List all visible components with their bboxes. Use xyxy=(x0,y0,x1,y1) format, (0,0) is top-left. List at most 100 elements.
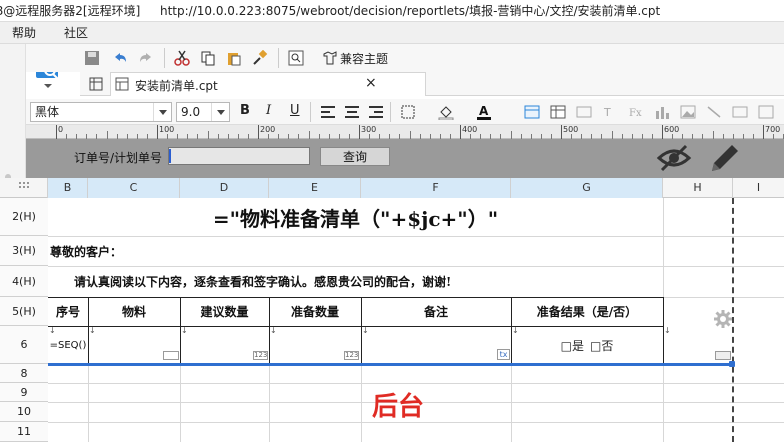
theme-icon[interactable] xyxy=(320,48,340,68)
notice-cell[interactable]: 请认真阅读以下内容，逐条查看和签字确认。感恩贵公司的配合，谢谢! xyxy=(74,266,451,297)
cut-icon[interactable] xyxy=(172,48,192,68)
result-cell[interactable]: □是 □否 xyxy=(511,326,663,364)
select-all-corner[interactable] xyxy=(0,178,48,198)
query-button[interactable]: 查询 xyxy=(320,147,390,166)
grid-line xyxy=(361,364,362,442)
header-material[interactable]: 物料 xyxy=(88,297,180,326)
column-header-g[interactable]: G xyxy=(511,178,663,198)
row-header-9[interactable]: 9 xyxy=(0,383,48,402)
header-suggested-qty[interactable]: 建议数量 xyxy=(180,297,269,326)
expand-arrow-icon: ↓ xyxy=(49,326,56,335)
param-drag-handle[interactable] xyxy=(36,139,48,178)
grid-line xyxy=(511,364,512,442)
column-header-c[interactable]: C xyxy=(88,178,180,198)
header-result[interactable]: 准备结果（是/否） xyxy=(511,297,663,326)
svg-text:Fx: Fx xyxy=(629,108,642,119)
row-header-10[interactable]: 10 xyxy=(0,402,48,422)
ruler-tick xyxy=(662,125,663,139)
column-header-b[interactable]: B xyxy=(48,178,88,198)
row-header-5[interactable]: 5(H) xyxy=(0,297,48,326)
header-seq[interactable]: 序号 xyxy=(48,297,88,326)
result-yes-checkbox[interactable]: □是 xyxy=(561,337,584,354)
italic-button[interactable]: I xyxy=(266,103,271,118)
font-color-icon[interactable]: A xyxy=(474,102,494,122)
formula-icon[interactable]: Fx xyxy=(626,102,646,122)
widget-icon[interactable] xyxy=(730,102,750,122)
ruler-minor-tick xyxy=(611,131,613,139)
order-number-input[interactable] xyxy=(168,147,310,165)
image-icon[interactable] xyxy=(678,102,698,122)
border-icon[interactable] xyxy=(398,102,418,122)
window-titlebar: 58@远程服务器2[远程环境] http://10.0.0.223:8075/w… xyxy=(0,0,784,22)
font-size-value: 9.0 xyxy=(181,105,201,119)
selection-handle[interactable] xyxy=(729,361,735,367)
row-header-3[interactable]: 3(H) xyxy=(0,236,48,266)
row-header-4[interactable]: 4(H) xyxy=(0,266,48,297)
chevron-down-icon xyxy=(211,103,229,121)
undo-icon[interactable] xyxy=(110,48,130,68)
preview-search-icon[interactable] xyxy=(286,48,306,68)
text-icon[interactable]: T xyxy=(600,102,620,122)
font-size-select[interactable]: 9.0 xyxy=(176,102,230,122)
fill-color-icon[interactable] xyxy=(436,102,456,122)
remark-cell[interactable] xyxy=(361,326,511,364)
svg-text:T: T xyxy=(603,106,611,119)
header-remark[interactable]: 备注 xyxy=(361,297,511,326)
ruler-tick-label: 0 xyxy=(58,125,64,134)
sheet-title-cell[interactable]: ="物料准备清单（"+$jc+"）" xyxy=(48,198,663,236)
row-header-6[interactable]: 6 xyxy=(0,326,48,364)
save-icon[interactable] xyxy=(82,48,102,68)
result-no-checkbox[interactable]: □否 xyxy=(590,337,613,354)
column-header-f[interactable]: F xyxy=(361,178,511,198)
tab-close-icon[interactable]: × xyxy=(365,75,377,91)
row-header-8[interactable]: 8 xyxy=(0,364,48,383)
menu-community[interactable]: 社区 xyxy=(64,22,88,44)
ruler-tick xyxy=(157,125,158,139)
column-header-h[interactable]: H xyxy=(663,178,733,198)
text-widget-badge: tx xyxy=(497,349,510,360)
cell-attr-icon[interactable] xyxy=(756,102,776,122)
ruler-tick xyxy=(258,125,259,139)
chart-icon[interactable] xyxy=(652,102,672,122)
underline-button[interactable]: U xyxy=(290,103,300,118)
gear-icon[interactable] xyxy=(713,309,733,329)
grid-line xyxy=(48,383,784,384)
paste-icon[interactable] xyxy=(224,48,244,68)
tab-report-file[interactable]: 安装前清单.cpt × xyxy=(110,72,426,96)
ruler-minor-tick xyxy=(409,131,411,139)
column-header-e[interactable]: E xyxy=(269,178,361,198)
slash-icon[interactable] xyxy=(704,102,724,122)
font-family-select[interactable]: 黑体 xyxy=(30,102,172,122)
tab-file-name: 安装前清单.cpt xyxy=(135,79,218,93)
backend-watermark: 后台 xyxy=(372,392,425,422)
redo-icon[interactable] xyxy=(136,48,156,68)
merge-cell-icon[interactable] xyxy=(522,102,542,122)
edit-pencil-icon[interactable] xyxy=(708,141,742,175)
grid-line xyxy=(269,364,270,442)
align-center-icon[interactable] xyxy=(342,102,362,122)
align-right-icon[interactable] xyxy=(366,102,386,122)
row-header-11[interactable]: 11 xyxy=(0,422,48,442)
expand-arrow-icon: ↓ xyxy=(664,326,671,335)
copy-icon[interactable] xyxy=(198,48,218,68)
format-painter-icon[interactable] xyxy=(250,48,270,68)
menu-bar: 帮助 社区 xyxy=(0,22,784,44)
column-header-i[interactable]: I xyxy=(733,178,784,198)
menu-help[interactable]: 帮助 xyxy=(12,22,36,44)
grid-line xyxy=(88,364,89,442)
header-prepared-qty[interactable]: 准备数量 xyxy=(269,297,361,326)
ruler-minor-tick xyxy=(106,131,108,139)
row-header-2[interactable]: 2(H) xyxy=(0,198,48,236)
bold-button[interactable]: B xyxy=(240,103,250,118)
align-left-icon[interactable] xyxy=(318,102,338,122)
hyperlink-icon[interactable] xyxy=(574,102,594,122)
ruler-tick xyxy=(763,125,764,139)
hide-eye-icon[interactable] xyxy=(656,143,692,173)
expand-arrow-icon: ↓ xyxy=(512,326,519,335)
ruler-minor-tick xyxy=(510,131,512,139)
column-header-d[interactable]: D xyxy=(180,178,269,198)
table-icon[interactable] xyxy=(548,102,568,122)
greeting-cell[interactable]: 尊敬的客户： xyxy=(50,236,122,266)
theme-button[interactable]: 兼容主题 xyxy=(340,50,388,67)
grid-icon[interactable] xyxy=(86,74,106,94)
